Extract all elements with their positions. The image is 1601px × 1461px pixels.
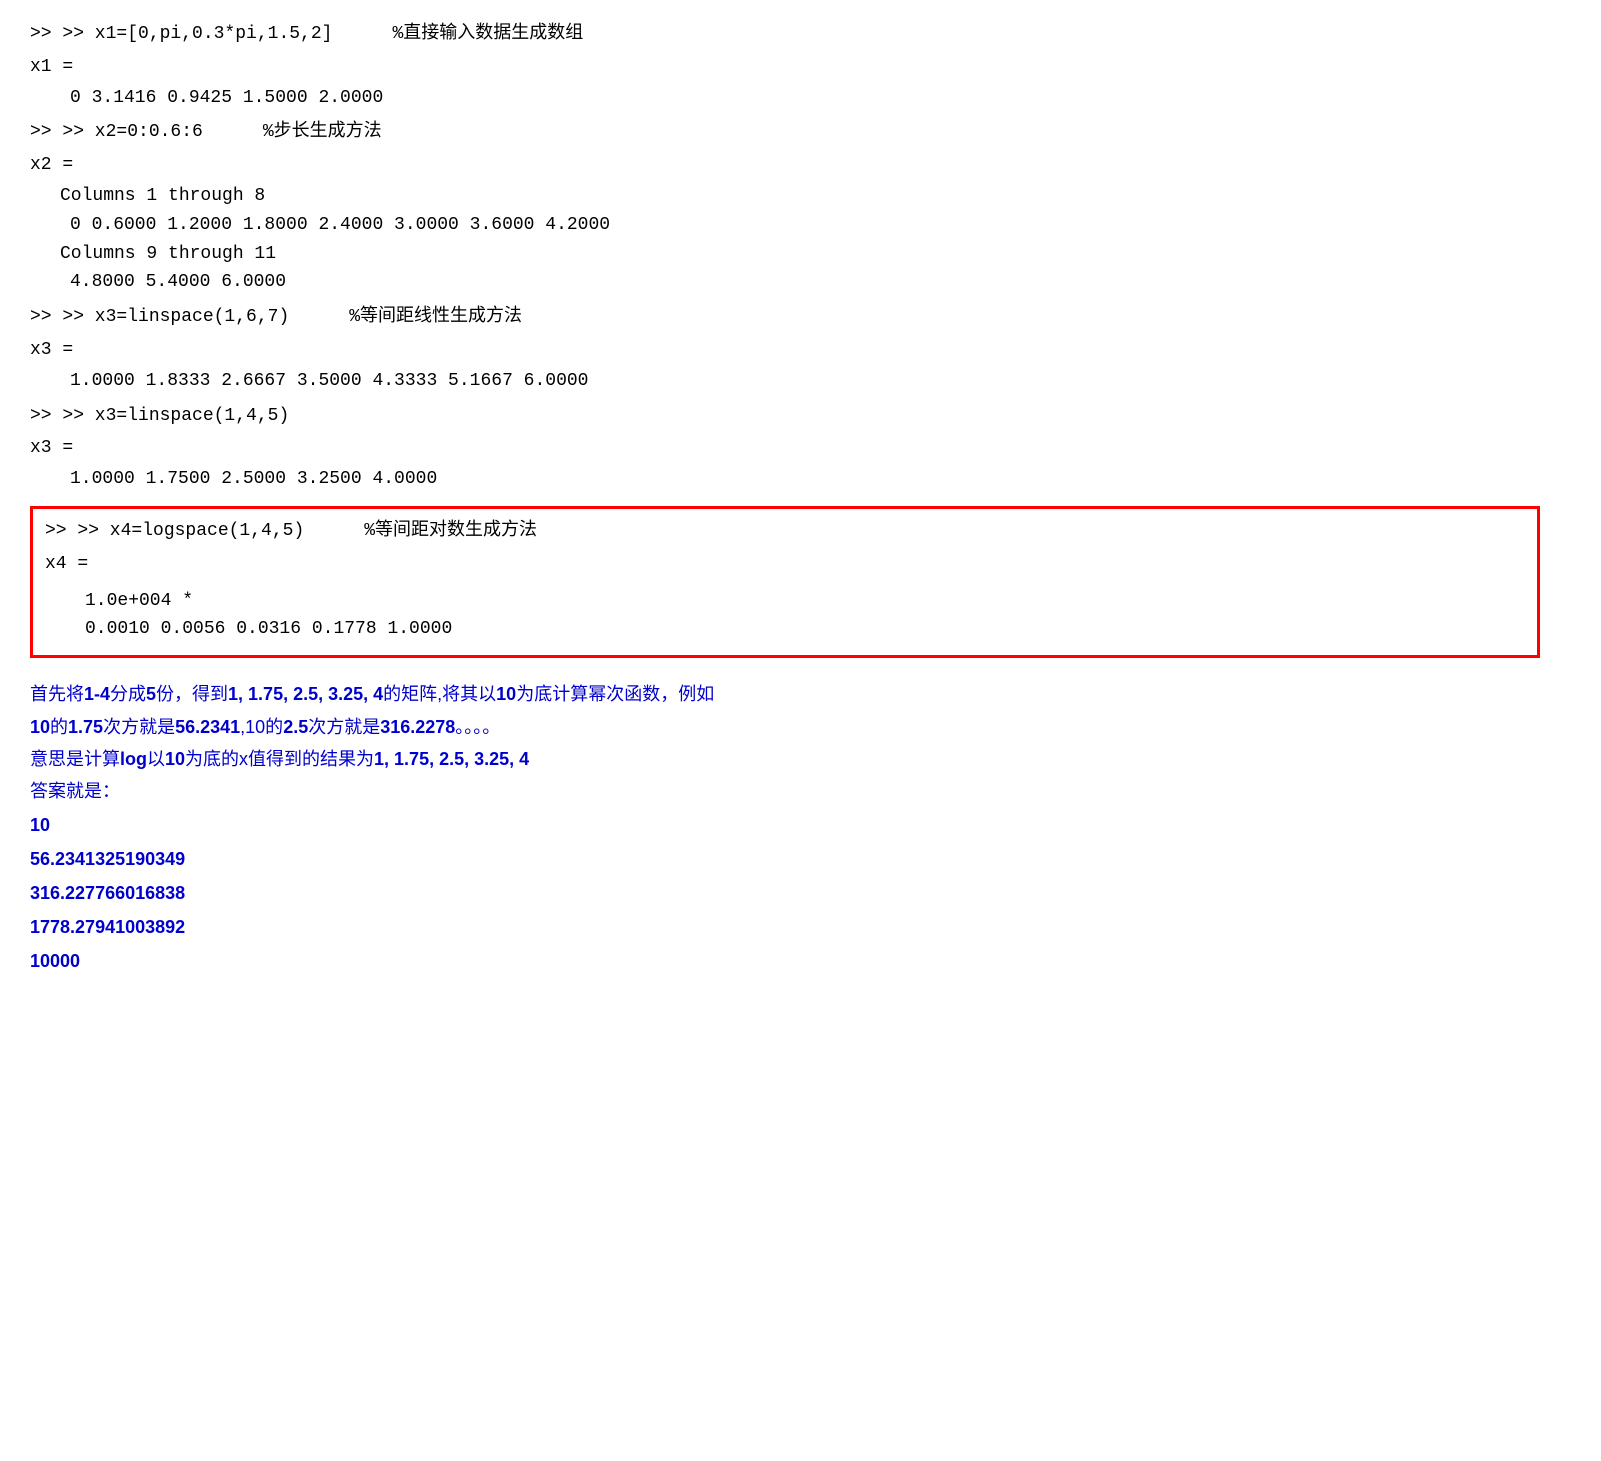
cmd1-line: >> >> x1=[0,pi,0.3*pi,1.5,2] %直接输入数据生成数组 xyxy=(30,20,1571,49)
x4-label: x4 = xyxy=(45,550,1525,579)
exp-line2b: 次方就是 xyxy=(103,717,175,737)
explanation-line4: 答案就是： xyxy=(30,775,1571,807)
prompt-3a: >> xyxy=(30,303,62,332)
cmd4-comment: %等间距对数生成方法 xyxy=(364,517,537,546)
exp-line3a: 意思是计算 xyxy=(30,749,120,769)
prompt-3b: >> xyxy=(30,402,62,431)
cmd4-text: >> x4=logspace(1,4,5) xyxy=(77,517,304,546)
exp-part1: 首先将 xyxy=(30,684,84,704)
cmd2-line: >> >> x2=0:0.6:6 %步长生成方法 xyxy=(30,118,1571,147)
x3a-values: 1.0000 1.8333 2.6667 3.5000 4.3333 5.166… xyxy=(30,367,1571,396)
exp-10: 10 xyxy=(30,717,50,737)
exp-part3: 份，得到 xyxy=(156,684,228,704)
x3a-label: x3 = xyxy=(30,336,1571,365)
code-block: >> >> x1=[0,pi,0.3*pi,1.5,2] %直接输入数据生成数组… xyxy=(30,20,1571,664)
exp-bold3: 1, 1.75, 2.5, 3.25, 4 xyxy=(228,684,383,704)
exp-25: 2.5 xyxy=(283,717,308,737)
result3: 316.227766016838 xyxy=(30,876,1571,910)
exp-line2c: ,10的 xyxy=(240,717,283,737)
exp-line3b: 以 xyxy=(147,749,165,769)
exp-bold1: 1-4 xyxy=(84,684,110,704)
cmd3b-text: >> x3=linspace(1,4,5) xyxy=(62,402,289,431)
x1-values: 0 3.1416 0.9425 1.5000 2.0000 xyxy=(30,84,1571,113)
prompt-2: >> xyxy=(30,118,62,147)
cmd1-text: >> x1=[0,pi,0.3*pi,1.5,2] xyxy=(62,20,332,49)
x1-label: x1 = xyxy=(30,53,1571,82)
exp-316: 316.2278 xyxy=(380,717,455,737)
exp-part5: 为底计算幂次函数，例如 xyxy=(516,684,714,704)
exp-log: log xyxy=(120,749,147,769)
exp-10b: 10 xyxy=(165,749,185,769)
exp-bold2: 5 xyxy=(146,684,156,704)
x2-col2: Columns 9 through 11 xyxy=(30,240,1571,269)
exp-part4: 的矩阵,将其以 xyxy=(383,684,496,704)
result4: 1778.27941003892 xyxy=(30,910,1571,944)
explanation-line1: 首先将1-4分成5份，得到1, 1.75, 2.5, 3.25, 4的矩阵,将其… xyxy=(30,678,1571,710)
x3b-label: x3 = xyxy=(30,434,1571,463)
x2-label: x2 = xyxy=(30,151,1571,180)
cmd3a-comment: %等间距线性生成方法 xyxy=(349,303,522,332)
exp-56: 56.2341 xyxy=(175,717,240,737)
x2-row2: 4.8000 5.4000 6.0000 xyxy=(30,268,1571,297)
result2: 56.2341325190349 xyxy=(30,842,1571,876)
x2-row1: 0 0.6000 1.2000 1.8000 2.4000 3.0000 3.6… xyxy=(30,211,1571,240)
cmd4-line: >> >> x4=logspace(1,4,5) %等间距对数生成方法 xyxy=(45,517,1525,546)
result5: 10000 xyxy=(30,944,1571,978)
x4-values: 0.0010 0.0056 0.0316 0.1778 1.0000 xyxy=(45,615,1525,644)
exp-175: 1.75 xyxy=(68,717,103,737)
prompt-4: >> xyxy=(45,517,77,546)
cmd2-comment: %步长生成方法 xyxy=(263,118,382,147)
prompt-1: >> xyxy=(30,20,62,49)
exp-part2: 分成 xyxy=(110,684,146,704)
exp-line2a: 的 xyxy=(50,717,68,737)
exp-answer-label: 答案就是： xyxy=(30,781,120,801)
explanation-section: 首先将1-4分成5份，得到1, 1.75, 2.5, 3.25, 4的矩阵,将其… xyxy=(30,678,1571,808)
explanation-line3: 意思是计算log以10为底的x值得到的结果为1, 1.75, 2.5, 3.25… xyxy=(30,743,1571,775)
result-values-section: 10 56.2341325190349 316.227766016838 177… xyxy=(30,808,1571,979)
cmd3a-text: >> x3=linspace(1,6,7) xyxy=(62,303,289,332)
x3b-values: 1.0000 1.7500 2.5000 3.2500 4.0000 xyxy=(30,465,1571,494)
x2-col1: Columns 1 through 8 xyxy=(30,182,1571,211)
cmd1-comment: %直接输入数据生成数组 xyxy=(392,20,583,49)
cmd2-text: >> x2=0:0.6:6 xyxy=(62,118,202,147)
exp-line3c: 为底的x值得到的结果为 xyxy=(185,749,374,769)
highlighted-section: >> >> x4=logspace(1,4,5) %等间距对数生成方法 x4 =… xyxy=(30,506,1540,658)
result1: 10 xyxy=(30,808,1571,842)
exp-values-bold: 1, 1.75, 2.5, 3.25, 4 xyxy=(374,749,529,769)
exp-line2d: 次方就是 xyxy=(308,717,380,737)
explanation-line2: 10的1.75次方就是56.2341,10的2.5次方就是316.2278。。。… xyxy=(30,711,1571,743)
x4-scale: 1.0e+004 * xyxy=(45,587,1525,616)
cmd3b-line: >> >> x3=linspace(1,4,5) xyxy=(30,402,1571,431)
cmd3a-line: >> >> x3=linspace(1,6,7) %等间距线性生成方法 xyxy=(30,303,1571,332)
exp-line2e: 。。。。 xyxy=(455,717,500,737)
exp-bold4: 10 xyxy=(496,684,516,704)
